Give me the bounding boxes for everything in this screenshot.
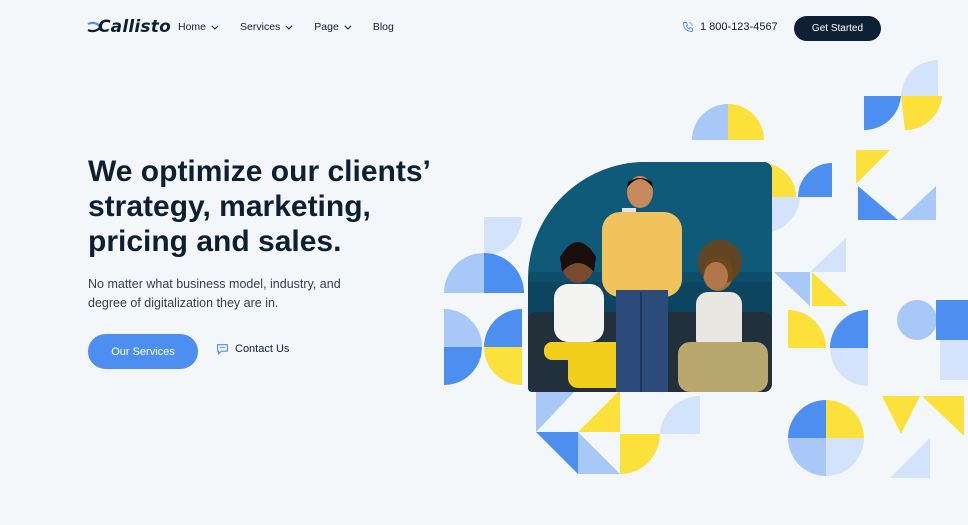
- nav-item-services[interactable]: Services: [240, 21, 293, 33]
- our-services-button[interactable]: Our Services: [88, 334, 198, 369]
- nav-item-blog[interactable]: Blog: [373, 21, 394, 33]
- phone-icon: [683, 22, 693, 32]
- nav-item-label: Services: [240, 21, 281, 33]
- hero-headline: We optimize our clients’ strategy, marke…: [88, 154, 468, 259]
- phone-number: 1 800-123-4567: [700, 21, 778, 33]
- chevron-down-icon: [285, 22, 293, 30]
- team-photo: [528, 162, 772, 392]
- chevron-down-icon: [344, 22, 352, 30]
- chevron-down-icon: [211, 22, 219, 30]
- headline-line: We optimize our clients’: [88, 155, 431, 188]
- nav-item-label: Home: [178, 21, 207, 33]
- headline-line: pricing and sales.: [88, 225, 342, 258]
- nav-item-label: Blog: [372, 21, 394, 33]
- contact-us-button[interactable]: Contact Us: [216, 343, 289, 355]
- phone-link[interactable]: 1 800-123-4567: [682, 21, 778, 33]
- nav-item-home[interactable]: Home: [178, 21, 219, 33]
- nav-item-page[interactable]: Page: [314, 21, 352, 33]
- hero-subtext: No matter what business model, industry,…: [88, 277, 341, 310]
- headline-line: strategy, marketing,: [88, 190, 371, 223]
- nav-item-label: Page: [314, 21, 339, 33]
- contact-us-label: Contact Us: [235, 343, 290, 355]
- team-photo-illustration: [528, 162, 772, 392]
- top-navigation: Callisto Home Services Page Blog 1 800-1…: [0, 0, 968, 56]
- brand-name: Callisto: [98, 17, 171, 37]
- get-started-button[interactable]: Get Started: [794, 16, 881, 41]
- brand-logo[interactable]: Callisto: [87, 17, 171, 37]
- main-menu: Home Services Page Blog: [178, 21, 418, 33]
- chat-bubble-icon: [217, 344, 228, 355]
- decorative-geometric-pattern: [444, 60, 968, 478]
